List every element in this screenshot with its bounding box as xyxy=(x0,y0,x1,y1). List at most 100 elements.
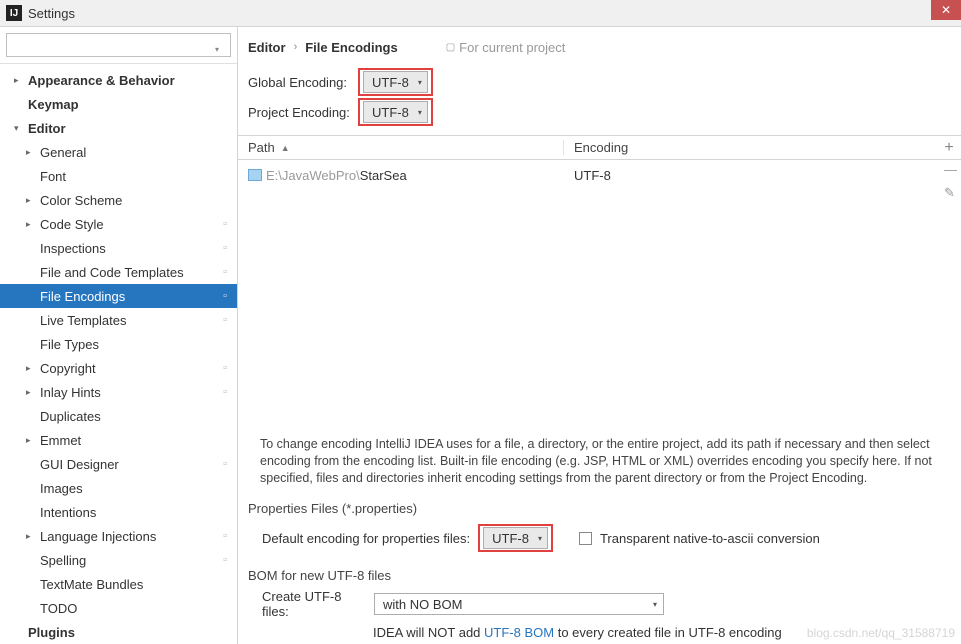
chevron-right-icon: ▸ xyxy=(26,531,36,542)
tree-item-images[interactable]: ▸Images xyxy=(0,476,237,500)
transparent-ascii-label[interactable]: Transparent native-to-ascii conversion xyxy=(600,531,820,546)
search-input[interactable] xyxy=(6,33,231,57)
chevron-right-icon: ▸ xyxy=(26,387,36,398)
tree-item-label: Emmet xyxy=(40,433,81,448)
tree-item-textmate-bundles[interactable]: ▸TextMate Bundles xyxy=(0,572,237,596)
tree-item-code-style[interactable]: ▸ Code Style ▫ xyxy=(0,212,237,236)
chevron-down-icon: ▾ xyxy=(14,123,24,134)
tree-item-copyright[interactable]: ▸Copyright▫ xyxy=(0,356,237,380)
project-scope-icon: ▫ xyxy=(223,458,227,470)
project-scope-icon: ▫ xyxy=(223,290,227,302)
tree-item-keymap[interactable]: ▸Keymap xyxy=(0,92,237,116)
scope-hint: ▢ For current project xyxy=(446,40,566,55)
tree-item-label: Appearance & Behavior xyxy=(28,73,175,88)
tree-item-live-templates[interactable]: ▸Live Templates▫ xyxy=(0,308,237,332)
edit-row-button[interactable]: ✎ xyxy=(944,185,957,201)
properties-encoding-select[interactable]: UTF-8 ▾ xyxy=(483,527,548,549)
tree-item-todo[interactable]: ▸TODO xyxy=(0,596,237,620)
properties-section-title: Properties Files (*.properties) xyxy=(238,497,961,518)
table-row[interactable]: E:\JavaWebPro\StarSea UTF-8 xyxy=(238,164,961,186)
add-row-button[interactable]: + xyxy=(937,139,961,157)
row-encoding: UTF-8 xyxy=(564,168,961,183)
chevron-right-icon: ▸ xyxy=(26,195,36,206)
tree-item-emmet[interactable]: ▸ Emmet xyxy=(0,428,237,452)
tree-item-label: Images xyxy=(40,481,83,496)
tree-item-gui-designer[interactable]: ▸GUI Designer▫ xyxy=(0,452,237,476)
tree-item-spelling[interactable]: ▸Spelling▫ xyxy=(0,548,237,572)
tree-item-label: General xyxy=(40,145,86,160)
project-scope-icon: ▫ xyxy=(223,266,227,278)
tree-item-font[interactable]: ▸Font xyxy=(0,164,237,188)
highlight-properties: UTF-8 ▾ xyxy=(478,524,553,552)
tree-item-label: Copyright xyxy=(40,361,96,376)
tree-item-language-injections[interactable]: ▸Language Injections▫ xyxy=(0,524,237,548)
folder-icon xyxy=(248,169,262,181)
col-path[interactable]: Path ▲ xyxy=(238,140,564,155)
chevron-down-icon: ▾ xyxy=(418,78,422,87)
tree-item-inlay-hints[interactable]: ▸Inlay Hints▫ xyxy=(0,380,237,404)
chevron-down-icon: ▾ xyxy=(653,600,657,609)
tree-item-label: TODO xyxy=(40,601,77,616)
tree-item-duplicates[interactable]: ▸Duplicates xyxy=(0,404,237,428)
project-scope-icon: ▫ xyxy=(223,362,227,374)
tree-item-file-encodings[interactable]: ▸File Encodings▫ xyxy=(0,284,237,308)
project-scope-icon: ▫ xyxy=(223,242,227,254)
tree-item-label: Language Injections xyxy=(40,529,156,544)
col-encoding[interactable]: Encoding xyxy=(564,140,937,155)
bom-link[interactable]: UTF-8 BOM xyxy=(484,625,554,640)
chevron-right-icon: › xyxy=(294,41,298,53)
tree-item-color-scheme[interactable]: ▸Color Scheme xyxy=(0,188,237,212)
chevron-right-icon: ▸ xyxy=(26,435,36,446)
transparent-ascii-checkbox[interactable] xyxy=(579,532,592,545)
search-dropdown-icon[interactable]: ▾ xyxy=(215,45,219,54)
bom-select[interactable]: with NO BOM ▾ xyxy=(374,593,664,615)
global-encoding-label: Global Encoding: xyxy=(248,75,358,90)
tree-item-label: Font xyxy=(40,169,66,184)
chevron-right-icon: ▸ xyxy=(26,147,36,158)
breadcrumb: Editor › File Encodings ▢ For current pr… xyxy=(238,27,961,59)
chevron-right-icon: ▸ xyxy=(26,219,36,230)
tree-item-label: File and Code Templates xyxy=(40,265,184,280)
highlight-global: UTF-8 ▾ xyxy=(358,68,433,96)
tree-item-label: File Types xyxy=(40,337,99,352)
tree-item-label: Duplicates xyxy=(40,409,101,424)
project-encoding-label: Project Encoding: xyxy=(248,105,358,120)
close-button[interactable]: ✕ xyxy=(931,0,961,20)
bom-create-label: Create UTF-8 files: xyxy=(262,589,366,619)
tree-item-general[interactable]: ▸ General xyxy=(0,140,237,164)
tree-item-label: TextMate Bundles xyxy=(40,577,143,592)
app-icon: IJ xyxy=(6,5,22,21)
chevron-down-icon: ▾ xyxy=(538,534,542,543)
tree-item-appearance-behavior[interactable]: ▸ Appearance & Behavior xyxy=(0,68,237,92)
tree-item-label: Inlay Hints xyxy=(40,385,101,400)
tree-item-label: Inspections xyxy=(40,241,106,256)
breadcrumb-leaf: File Encodings xyxy=(305,40,397,55)
tree-item-label: Intentions xyxy=(40,505,96,520)
sidebar: 🔍 ▾ ▸Appearance & Behavior▸Keymap▾Editor… xyxy=(0,27,238,644)
tree-item-intentions[interactable]: ▸Intentions xyxy=(0,500,237,524)
global-encoding-select[interactable]: UTF-8 ▾ xyxy=(363,71,428,93)
tree-item-label: Plugins xyxy=(28,625,75,640)
tree-item-label: Editor xyxy=(28,121,66,136)
project-encoding-select[interactable]: UTF-8 ▾ xyxy=(363,101,428,123)
tree-item-inspections[interactable]: ▸Inspections▫ xyxy=(0,236,237,260)
project-scope-icon: ▫ xyxy=(223,554,227,566)
remove-row-button[interactable]: — xyxy=(944,162,957,177)
tree-item-label: Live Templates xyxy=(40,313,126,328)
chevron-down-icon: ▾ xyxy=(418,108,422,117)
tree-item-label: File Encodings xyxy=(40,289,125,304)
properties-encoding-label: Default encoding for properties files: xyxy=(262,531,470,546)
settings-tree: ▸ Appearance & Behavior ▸Keymap ▾ Editor ▸ Gen… xyxy=(0,64,237,644)
tree-item-plugins[interactable]: ▸Plugins xyxy=(0,620,237,644)
breadcrumb-root[interactable]: Editor xyxy=(248,40,286,55)
tree-item-label: Code Style xyxy=(40,217,104,232)
chevron-right-icon: ▸ xyxy=(14,75,24,86)
highlight-project: UTF-8 ▾ xyxy=(358,98,433,126)
project-scope-icon: ▢ xyxy=(446,42,455,53)
content-panel: Editor › File Encodings ▢ For current pr… xyxy=(238,27,961,644)
tree-item-file-types[interactable]: ▸File Types xyxy=(0,332,237,356)
tree-item-editor[interactable]: ▾ Editor xyxy=(0,116,237,140)
tree-item-file-and-code-templates[interactable]: ▸File and Code Templates▫ xyxy=(0,260,237,284)
project-scope-icon: ▫ xyxy=(223,218,227,230)
bom-info-text: IDEA will NOT add UTF-8 BOM to every cre… xyxy=(238,623,961,644)
